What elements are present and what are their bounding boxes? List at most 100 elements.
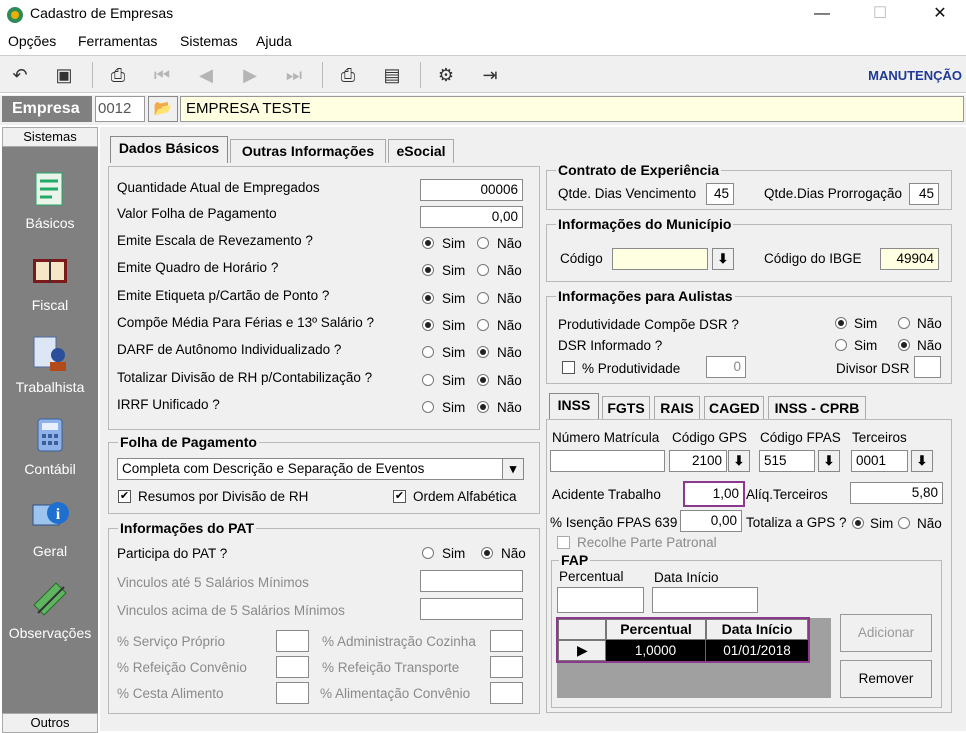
preview-icon[interactable]: ⎙ [106,64,130,86]
save-icon[interactable]: ▣ [52,64,76,86]
adicionar-button[interactable]: Adicionar [840,614,932,652]
municipio-codigo-input[interactable] [612,248,708,270]
sidebar-item-observacoes[interactable]: Observações [2,625,98,641]
tab-dados-basicos[interactable]: Dados Básicos [110,136,228,163]
sim-radio[interactable] [422,291,434,304]
municipio-lookup-icon[interactable]: ⬇ [712,248,734,270]
subtab-caged[interactable]: CAGED [704,396,764,420]
geral-info-icon[interactable]: i [30,497,70,537]
menu-opcoes[interactable]: Opções [8,33,56,49]
subtab-rais[interactable]: RAIS [654,396,700,420]
fiscal-icon[interactable] [30,251,70,291]
fap-grid-header-percentual[interactable]: Percentual [606,619,706,640]
servico-proprio-input[interactable] [276,630,309,652]
basicos-icon[interactable] [30,169,70,209]
company-name-field[interactable]: EMPRESA TESTE [180,96,964,122]
recolhe-patronal-checkbox[interactable] [557,536,570,549]
terceiros-input[interactable]: 0001 [851,450,908,472]
tab-outras-informacoes[interactable]: Outras Informações [230,139,386,163]
last-record-icon[interactable]: ⏭ [282,64,306,86]
dsr-nao-radio[interactable] [898,339,910,351]
sidebar-item-geral[interactable]: Geral [2,543,98,559]
codigo-gps-input[interactable]: 2100 [669,450,727,472]
tab-esocial[interactable]: eSocial [388,139,454,163]
fap-row-percentual[interactable]: 1,0000 [606,640,706,661]
codigo-fpas-input[interactable]: 515 [759,450,815,472]
nao-radio[interactable] [477,400,489,413]
subtab-inss-cprb[interactable]: INSS - CPRB [768,396,866,420]
produtividade-checkbox[interactable] [562,361,575,374]
ibge-input[interactable]: 49904 [880,248,939,270]
company-code-field[interactable]: 0012 [95,96,145,122]
participa-sim-radio[interactable] [422,547,434,559]
exit-icon[interactable]: ⇥ [478,64,502,86]
totaliza-sim-radio[interactable] [852,517,864,529]
adm-cozinha-input[interactable] [490,630,523,652]
ordem-alfabetica-checkbox[interactable]: ✔ [393,490,406,503]
sidebar-outros-button[interactable]: Outros [2,713,98,733]
remover-button[interactable]: Remover [840,660,932,698]
sim-radio[interactable] [422,237,434,249]
qtd-empregados-input[interactable]: 00006 [420,179,523,201]
refeicao-transporte-input[interactable] [490,656,523,678]
maximize-button[interactable]: ☐ [858,2,902,28]
folha-type-select[interactable]: Completa com Descrição e Separação de Ev… [117,458,524,480]
acidente-trabalho-input[interactable]: 1,00 [683,481,745,507]
valor-folha-input[interactable]: 0,00 [420,206,523,228]
dias-vencimento-input[interactable]: 45 [706,183,734,205]
prod-nao-radio[interactable] [898,317,910,329]
subtab-inss[interactable]: INSS [549,393,599,419]
isencao-fpas-input[interactable]: 0,00 [680,510,742,532]
refeicao-convenio-input[interactable] [276,656,309,678]
chevron-down-icon[interactable]: ▾ [502,458,524,480]
sidebar-sistemas-button[interactable]: Sistemas [2,127,98,147]
undo-icon[interactable]: ↶ [8,64,32,86]
next-record-icon[interactable]: ▶ [238,64,262,86]
nao-radio[interactable] [477,291,489,304]
fap-data-input[interactable] [652,587,758,613]
sidebar-item-basicos[interactable]: Básicos [2,215,98,231]
sidebar-item-fiscal[interactable]: Fiscal [2,297,98,313]
menu-sistemas[interactable]: Sistemas [180,33,238,49]
nao-radio[interactable] [477,237,489,249]
matricula-input[interactable] [550,450,665,472]
participa-nao-radio[interactable] [481,547,493,559]
vinculos-acima-input[interactable] [420,598,523,620]
observacoes-icon[interactable] [30,579,70,619]
minimize-button[interactable]: — [800,2,844,28]
gps-lookup-icon[interactable]: ⬇ [728,450,750,472]
subtab-fgts[interactable]: FGTS [602,396,650,420]
fap-grid-header-data[interactable]: Data Início [706,619,808,640]
sidebar-item-contabil[interactable]: Contábil [2,461,98,477]
cesta-alimento-input[interactable] [276,682,309,704]
terceiros-lookup-icon[interactable]: ⬇ [911,450,933,472]
menu-ferramentas[interactable]: Ferramentas [78,33,157,49]
print-icon[interactable]: ⎙ [336,64,360,86]
close-button[interactable]: ✕ [918,2,962,28]
sim-radio[interactable] [422,400,434,413]
first-record-icon[interactable]: ⏮ [150,64,174,86]
menu-ajuda[interactable]: Ajuda [256,33,292,49]
previous-record-icon[interactable]: ◀ [194,64,218,86]
trabalhista-icon[interactable] [30,333,70,373]
sim-radio[interactable] [422,373,434,386]
fpas-lookup-icon[interactable]: ⬇ [818,450,840,472]
totaliza-nao-radio[interactable] [898,517,910,529]
nao-radio[interactable] [477,318,489,331]
produtividade-input[interactable]: 0 [706,356,746,378]
vinculos-ate-input[interactable] [420,570,523,592]
dsr-sim-radio[interactable] [835,339,847,351]
contabil-icon[interactable] [30,415,70,455]
nao-radio[interactable] [477,373,489,386]
sim-radio[interactable] [422,318,434,331]
alimentacao-convenio-input[interactable] [490,682,523,704]
sidebar-item-trabalhista[interactable]: Trabalhista [2,379,98,395]
aliq-terceiros-input[interactable]: 5,80 [850,482,943,504]
fap-percentual-input[interactable] [557,587,644,613]
prod-sim-radio[interactable] [835,317,847,329]
fap-row-data[interactable]: 01/01/2018 [706,640,808,661]
print-report-icon[interactable]: ▤ [380,64,404,86]
dias-prorrogacao-input[interactable]: 45 [909,183,939,205]
open-folder-icon[interactable]: 📂 [148,96,178,122]
divisor-dsr-input[interactable] [914,356,941,378]
